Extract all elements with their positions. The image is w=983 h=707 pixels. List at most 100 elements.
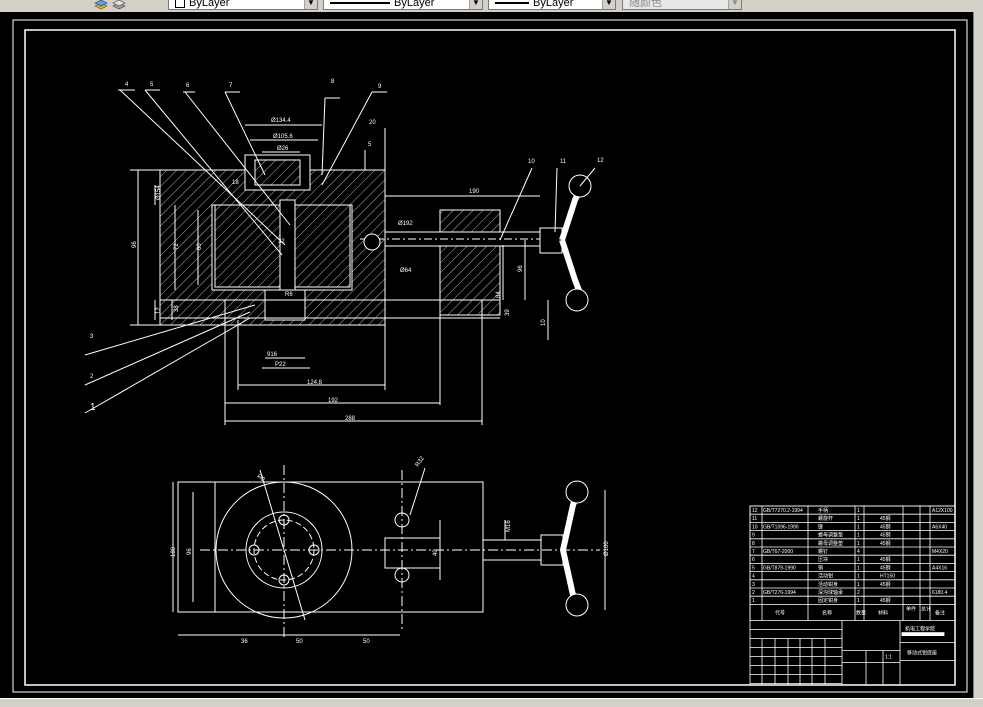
movable-jaw [214,204,281,288]
dimension-label: 190 [469,189,480,195]
balloon-label: 1 [90,402,96,413]
header-qty: 数量 [856,609,866,616]
parts-row-number: 6 [752,557,755,563]
chevron-down-icon[interactable]: ▼ [304,0,317,9]
parts-row-qty: 4 [857,549,860,555]
parts-row-qty: 1 [857,508,860,514]
dimension-label: 12 [156,307,162,314]
drawing-title: 移动式钳底座 [907,650,937,657]
color-combo[interactable]: ByLayer ▼ [168,0,318,10]
lineweight-sample [495,2,529,5]
dimension-label: Ø134.4 [271,118,291,124]
parts-row-number: 2 [752,590,755,596]
parts-row-number: 9 [752,533,755,539]
parts-row-qty: 1 [857,557,860,563]
parts-row-number: 12 [752,508,758,514]
vertical-scrollbar[interactable] [973,12,983,698]
parts-row-note: A6X40 [932,524,947,530]
drawing-canvas[interactable]: 4 5 6 7 8 9 10 11 12 3 2 1 Ø134.4 Ø105.6… [0,12,983,698]
parts-row-number: 11 [752,516,757,522]
bottom-plan-view [172,465,606,640]
parts-row-name: 螺钉 [818,548,828,555]
parts-row-number: 8 [752,541,755,547]
dimension-label: 96 [132,241,138,248]
parts-row-qty: 1 [857,582,860,588]
parts-row-note: M4X20 [932,549,948,555]
layer-icon[interactable] [94,0,108,11]
parts-row-name: 手柄 [818,507,828,514]
lineweight-combo[interactable]: ByLayer ▼ [488,0,616,10]
dimension-label: 180 [171,546,177,557]
plotstyle-combo[interactable]: 随颜色 ▼ [622,0,742,10]
parts-row-qty: 1 [857,516,860,522]
dimension-label: Ø154 [156,185,162,200]
parts-row-material: 45钢 [880,597,891,604]
header-total: 总计 [921,605,931,612]
parts-row-code: GB/T67-2000 [763,549,793,555]
dimension-label: Ø105.6 [273,134,293,140]
parts-row-note: 6180.4 [932,590,948,596]
balloon-label: 9 [378,84,382,90]
parts-row-qty: 1 [857,533,860,539]
chevron-down-icon[interactable]: ▼ [469,0,482,9]
dimension-label: Ø192 [398,221,413,227]
parts-row-name: 螺母调整垫 [818,532,843,539]
parts-row-qty: 1 [857,541,860,547]
parts-row-qty: 1 [857,565,860,571]
balloon-label: 5 [150,82,154,88]
handle-knob [565,288,589,312]
dimension-label: Ø100 [604,541,610,556]
dimension-label: 192 [328,398,339,404]
dimension-label: R32 [415,455,427,468]
parts-row-material: 45钢 [880,556,891,563]
dimension-label: 32 [278,239,285,245]
linetype-combo[interactable]: ByLayer ▼ [323,0,483,10]
header-code: 代号 [775,609,785,616]
parts-row-name: 销 [818,564,823,571]
parts-row-code: GB/T879-1990 [763,565,796,571]
dimension-label: 96 [518,265,524,272]
front-section-view [84,89,596,425]
dimension-label: 96 [187,548,193,555]
parts-row-material: 45钢 [880,581,891,588]
parts-row-name: 深沟球轴承 [818,589,843,596]
dimension-label: 916 [267,352,278,358]
support-block [439,209,501,316]
dimension-label: 5 [368,142,372,148]
layer-previous-icon[interactable] [112,0,126,11]
header-material: 材料 [878,609,888,616]
chevron-down-icon[interactable]: ▼ [602,0,615,9]
dimension-label: 84 [496,291,502,298]
parts-row-material: 45钢 [880,564,891,571]
dimension-label: M16 [506,520,512,532]
chevron-down-icon[interactable]: ▼ [728,0,741,9]
balloon-label: 2 [90,374,94,380]
parts-row-qty: 1 [857,598,860,604]
linetype-sample [330,2,390,5]
fixed-jaw [294,204,351,288]
dimension-label: 288 [345,416,356,422]
parts-row-material: 45钢 [880,523,891,530]
parts-row-number: 3 [752,582,755,588]
dimension-label: 50 [296,639,303,645]
balloon-label: 11 [560,159,567,165]
bearing [254,159,301,186]
parts-row-material: 45钢 [880,540,891,547]
parts-row-qty: 1 [857,574,860,580]
parts-row-note: A12X100 [932,508,953,514]
parts-row-name: 螺母调整垫 [818,540,843,547]
inner-frame [24,29,956,686]
parts-row-qty: 2 [857,590,860,596]
parts-row-number: 7 [752,549,755,555]
screw-shaft [279,199,296,291]
parts-row-material: HT150 [880,574,895,580]
parts-row-material: 45钢 [880,532,891,539]
dimension-label: 40 [433,549,439,556]
parts-row-note: A4X16 [932,565,947,571]
dimension-label: 50 [363,639,370,645]
dimension-label: 60 [197,243,203,250]
dimension-label: 18 [232,180,239,186]
dimension-label: 20 [369,120,376,126]
parts-row-number: 4 [752,574,755,580]
dimension-label: 10 [541,319,547,326]
